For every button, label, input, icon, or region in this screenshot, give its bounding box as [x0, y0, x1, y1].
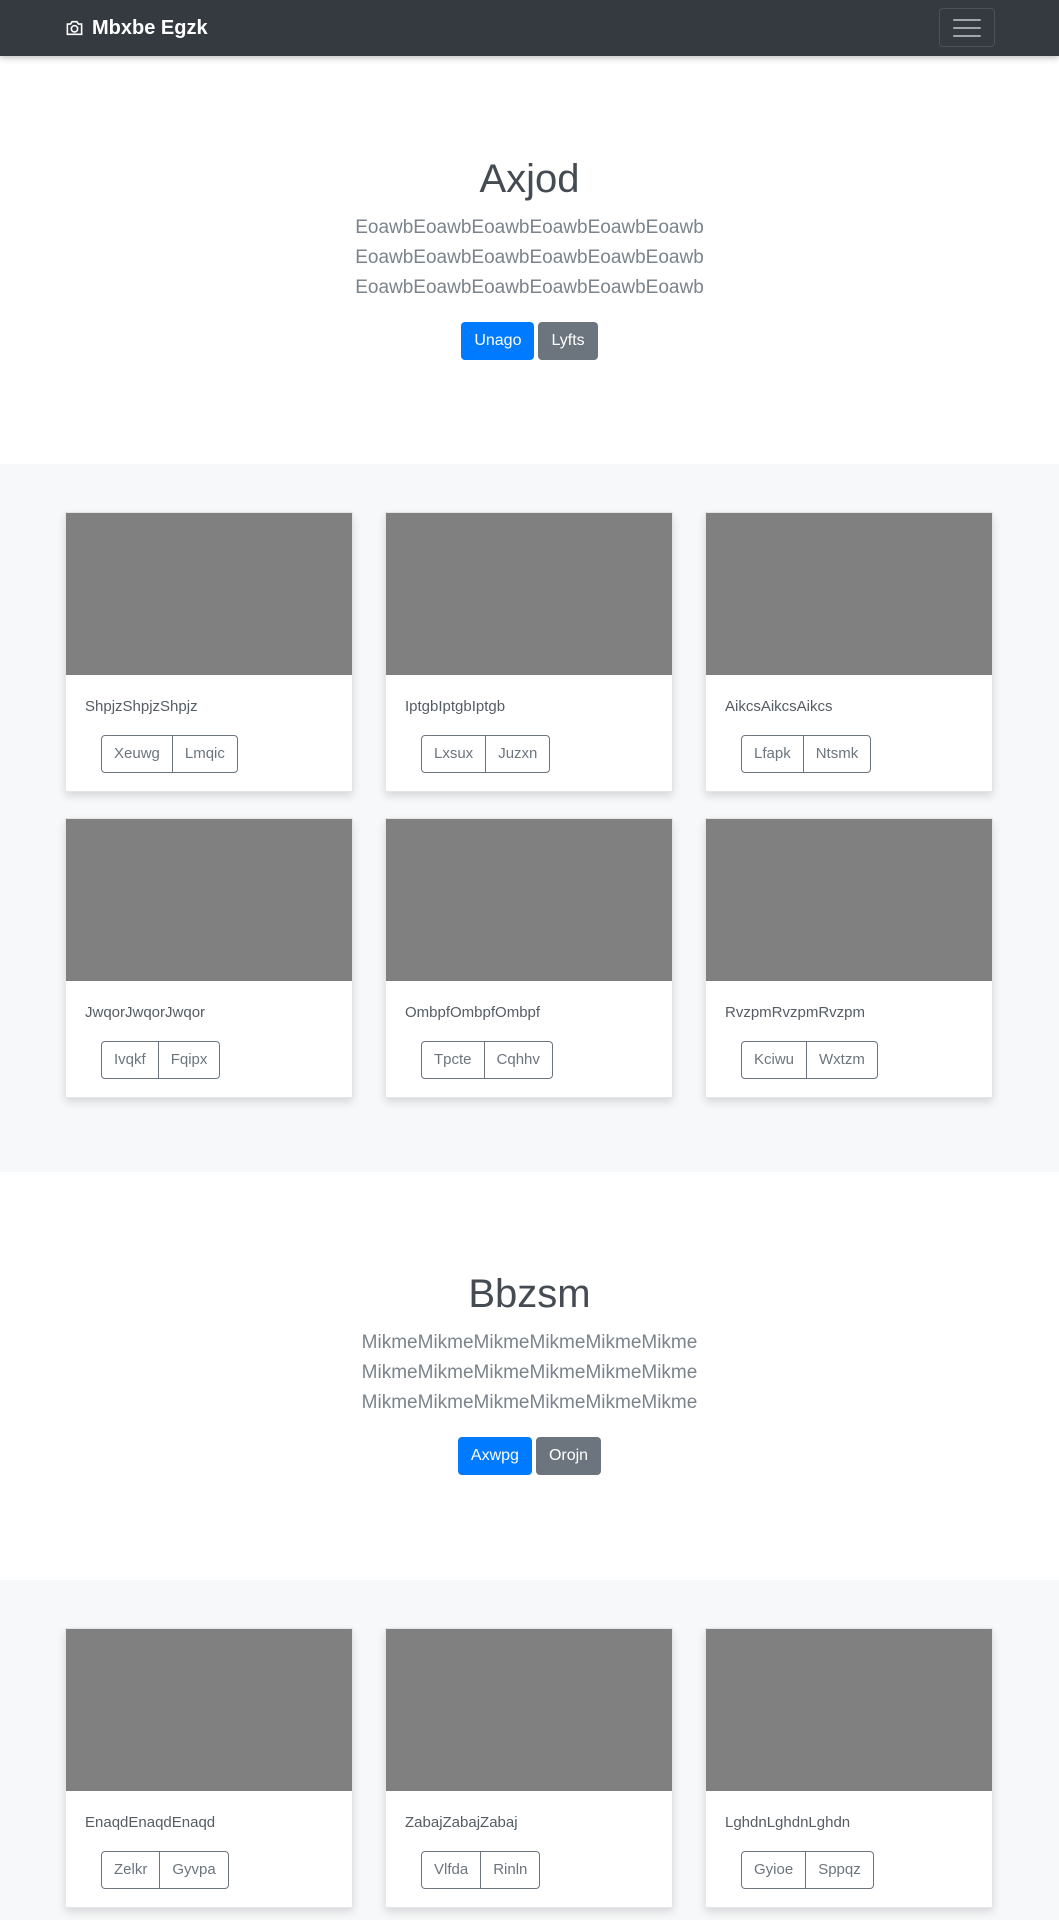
card-text: EnaqdEnaqdEnaqd	[85, 1814, 216, 1831]
hero-lead: EoawbEoawbEoawbEoawbEoawbEoawbEoawbEoawb…	[355, 217, 704, 298]
hero-lead: MikmeMikmeMikmeMikmeMikmeMikmeMikmeMikme…	[361, 1332, 698, 1413]
hero-primary-button[interactable]: Axwpg	[457, 1437, 532, 1475]
card-button-2[interactable]: Fqipx	[157, 1041, 221, 1079]
album-card: RvzpmRvzpmRvzpm Kciwu Wxtzm	[705, 818, 993, 1098]
card-thumbnail	[706, 1629, 992, 1791]
card-text: IptgbIptgbIptgb	[405, 698, 506, 715]
card-button-2[interactable]: Sppqz	[805, 1851, 874, 1889]
navbar: Mbxbe Egzk	[0, 0, 1059, 56]
card-text: ShpjzShpjzShpjz	[85, 698, 198, 715]
card-button-1[interactable]: Lfapk	[741, 735, 804, 773]
brand-title: Mbxbe Egzk	[92, 16, 208, 39]
album-section-1: ShpjzShpjzShpjz Xeuwg Lmqic IptgbIptgbIp…	[0, 464, 1059, 1172]
card-button-1[interactable]: Gyioe	[741, 1851, 807, 1889]
card-button-1[interactable]: Vlfda	[421, 1851, 482, 1889]
card-button-1[interactable]: Tpcte	[421, 1041, 485, 1079]
card-button-2[interactable]: Wxtzm	[806, 1041, 878, 1079]
card-button-1[interactable]: Lxsux	[421, 735, 487, 773]
card-text: RvzpmRvzpmRvzpm	[725, 1004, 866, 1021]
card-button-group: Gyioe Sppqz	[741, 1851, 874, 1889]
card-button-1[interactable]: Ivqkf	[101, 1041, 159, 1079]
card-button-2[interactable]: Rinln	[480, 1851, 541, 1889]
card-button-1[interactable]: Zelkr	[101, 1851, 161, 1889]
card-text: ZabajZabajZabaj	[405, 1814, 518, 1831]
card-button-2[interactable]: Juzxn	[485, 735, 551, 773]
brand-link[interactable]: Mbxbe Egzk	[65, 0, 208, 56]
card-text: JwqorJwqorJwqor	[85, 1004, 206, 1021]
card-thumbnail	[706, 819, 992, 981]
card-thumbnail	[66, 819, 352, 981]
hero-secondary-button[interactable]: Lyfts	[538, 322, 598, 360]
card-thumbnail	[386, 1629, 672, 1791]
hero-secondary-button[interactable]: Orojn	[535, 1437, 602, 1475]
card-button-group: Zelkr Gyvpa	[101, 1851, 229, 1889]
card-button-1[interactable]: Kciwu	[741, 1041, 808, 1079]
card-button-group: Lfapk Ntsmk	[741, 735, 872, 773]
card-button-group: Ivqkf Fqipx	[101, 1041, 221, 1079]
hero-title: Bbzsm	[468, 1272, 591, 1316]
card-text: OmbpfOmbpfOmbpf	[405, 1004, 541, 1021]
card-thumbnail	[386, 819, 672, 981]
card-button-group: Lxsux Juzxn	[421, 735, 551, 773]
hero-section-2: Bbzsm MikmeMikmeMikmeMikmeMikmeMikmeMikm…	[0, 1270, 1059, 1475]
card-button-2[interactable]: Gyvpa	[159, 1851, 229, 1889]
card-button-1[interactable]: Xeuwg	[101, 735, 173, 773]
album-card: LghdnLghdnLghdn Gyioe Sppqz	[705, 1628, 993, 1908]
card-thumbnail	[706, 513, 992, 675]
album-card: JwqorJwqorJwqor Ivqkf Fqipx	[65, 818, 353, 1098]
card-button-2[interactable]: Lmqic	[171, 735, 238, 773]
card-thumbnail	[386, 513, 672, 675]
card-thumbnail	[66, 1629, 352, 1791]
card-thumbnail	[66, 513, 352, 675]
card-button-group: Tpcte Cqhhv	[421, 1041, 553, 1079]
album-section-2: EnaqdEnaqdEnaqd Zelkr Gyvpa ZabajZabajZa…	[0, 1580, 1059, 1920]
album-card: ShpjzShpjzShpjz Xeuwg Lmqic	[65, 512, 353, 792]
camera-icon	[66, 20, 83, 36]
album-card: OmbpfOmbpfOmbpf Tpcte Cqhhv	[385, 818, 673, 1098]
hamburger-icon	[953, 18, 981, 21]
album-card: ZabajZabajZabaj Vlfda Rinln	[385, 1628, 673, 1908]
hero-section-1: Axjod EoawbEoawbEoawbEoawbEoawbEoawbEoaw…	[0, 155, 1059, 360]
hero-title: Axjod	[479, 157, 580, 201]
card-button-group: Kciwu Wxtzm	[741, 1041, 878, 1079]
card-button-group: Xeuwg Lmqic	[101, 735, 238, 773]
menu-toggle-button[interactable]	[939, 8, 995, 47]
album-card: AikcsAikcsAikcs Lfapk Ntsmk	[705, 512, 993, 792]
card-button-2[interactable]: Ntsmk	[802, 735, 872, 773]
hero-primary-button[interactable]: Unago	[461, 322, 535, 360]
album-card: EnaqdEnaqdEnaqd Zelkr Gyvpa	[65, 1628, 353, 1908]
album-card: IptgbIptgbIptgb Lxsux Juzxn	[385, 512, 673, 792]
card-button-2[interactable]: Cqhhv	[483, 1041, 553, 1079]
card-text: LghdnLghdnLghdn	[725, 1814, 851, 1831]
card-text: AikcsAikcsAikcs	[725, 698, 833, 715]
card-button-group: Vlfda Rinln	[421, 1851, 541, 1889]
